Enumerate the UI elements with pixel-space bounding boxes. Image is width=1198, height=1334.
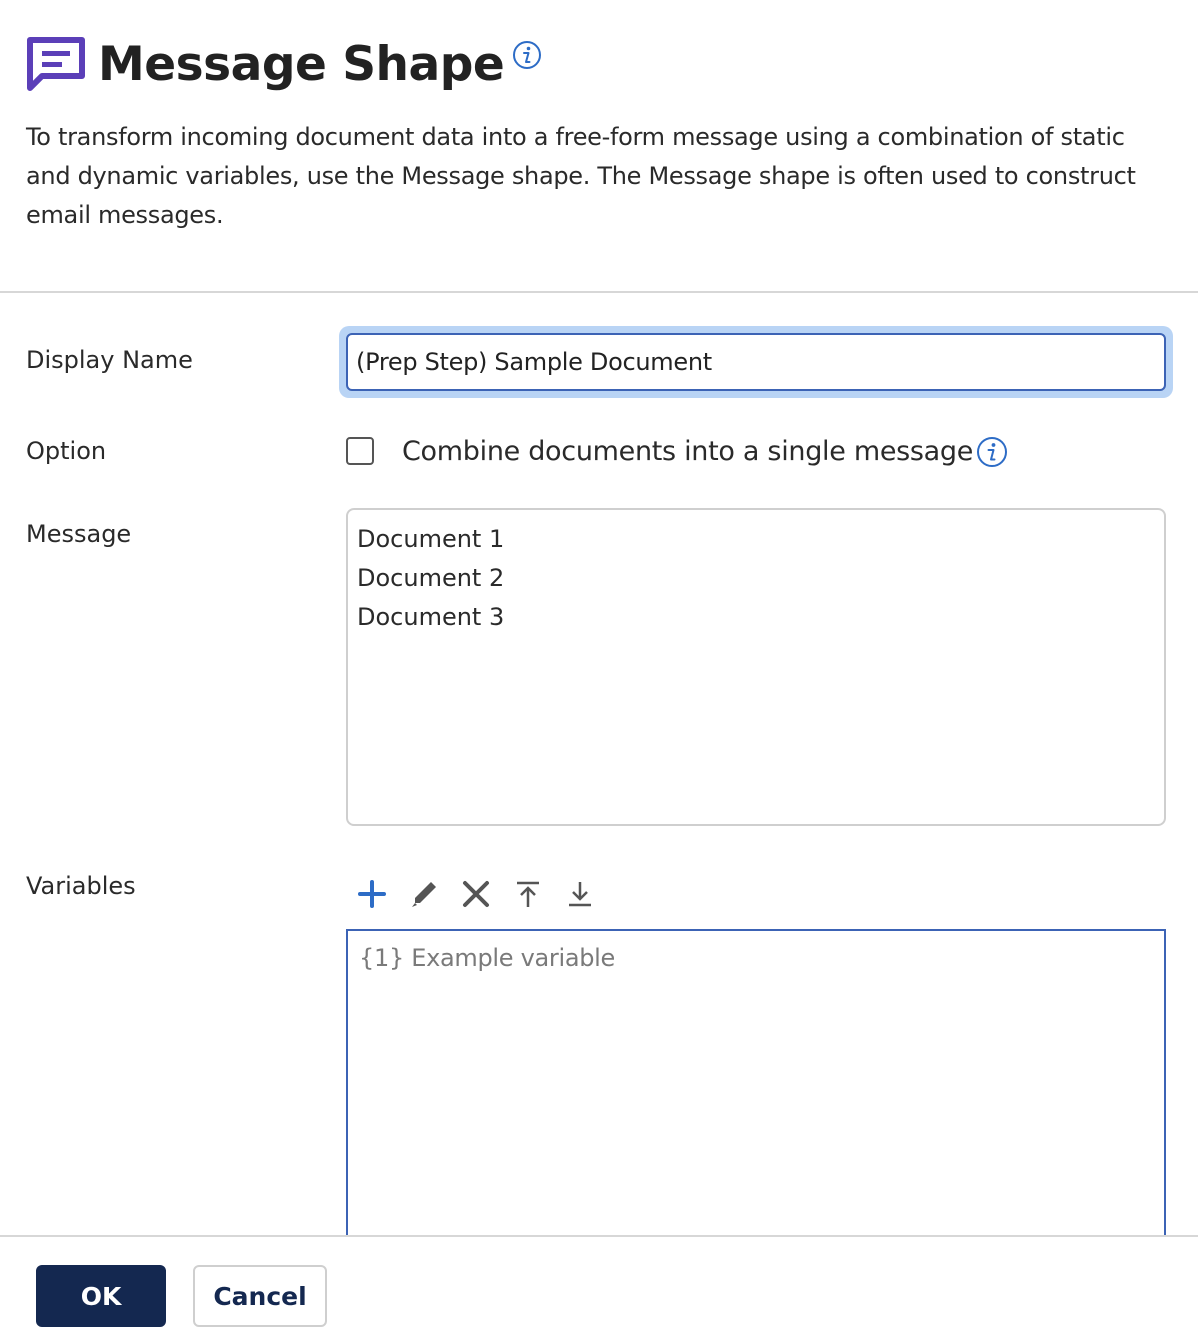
- add-variable-button[interactable]: [354, 876, 390, 912]
- move-to-top-icon: [517, 881, 539, 907]
- dialog-footer: OK Cancel: [0, 1235, 1198, 1334]
- cancel-button[interactable]: Cancel: [193, 1265, 327, 1327]
- message-line: Document 3: [357, 603, 505, 631]
- option-label: Option: [26, 437, 107, 465]
- message-textarea[interactable]: Document 1 Document 2 Document 3: [346, 508, 1166, 826]
- display-name-focus-ring: [339, 326, 1173, 398]
- dialog-description: To transform incoming document data into…: [26, 123, 1136, 229]
- delete-variable-button[interactable]: [458, 876, 494, 912]
- variable-item[interactable]: {1} Example variable: [359, 939, 1153, 977]
- move-to-bottom-icon: [569, 882, 591, 907]
- header-divider: [0, 291, 1198, 293]
- variables-label: Variables: [26, 872, 136, 900]
- x-icon: [463, 881, 489, 907]
- display-name-input[interactable]: [346, 333, 1166, 391]
- title-row: Message Shape: [26, 30, 1178, 98]
- pencil-icon: [412, 882, 436, 907]
- combine-info-icon[interactable]: [976, 436, 1008, 468]
- message-label: Message: [26, 520, 132, 548]
- variables-toolbar: [354, 874, 614, 914]
- ok-button[interactable]: OK: [36, 1265, 166, 1327]
- message-shape-dialog: Message Shape To transform incoming docu…: [0, 0, 1198, 1334]
- message-shape-icon: [26, 36, 88, 92]
- move-to-bottom-button[interactable]: [562, 876, 598, 912]
- variables-list[interactable]: {1} Example variable: [346, 929, 1166, 1249]
- dialog-header: Message Shape To transform incoming docu…: [26, 30, 1178, 235]
- display-name-label: Display Name: [26, 346, 193, 374]
- move-to-top-button[interactable]: [510, 876, 546, 912]
- plus-icon: [358, 880, 386, 908]
- info-icon[interactable]: [512, 40, 542, 70]
- combine-documents-checkbox[interactable]: [346, 437, 374, 465]
- message-line: Document 2: [357, 564, 505, 592]
- combine-documents-label[interactable]: Combine documents into a single message: [402, 436, 973, 467]
- message-line: Document 1: [357, 525, 505, 553]
- edit-variable-button[interactable]: [406, 876, 442, 912]
- dialog-title: Message Shape: [98, 36, 505, 92]
